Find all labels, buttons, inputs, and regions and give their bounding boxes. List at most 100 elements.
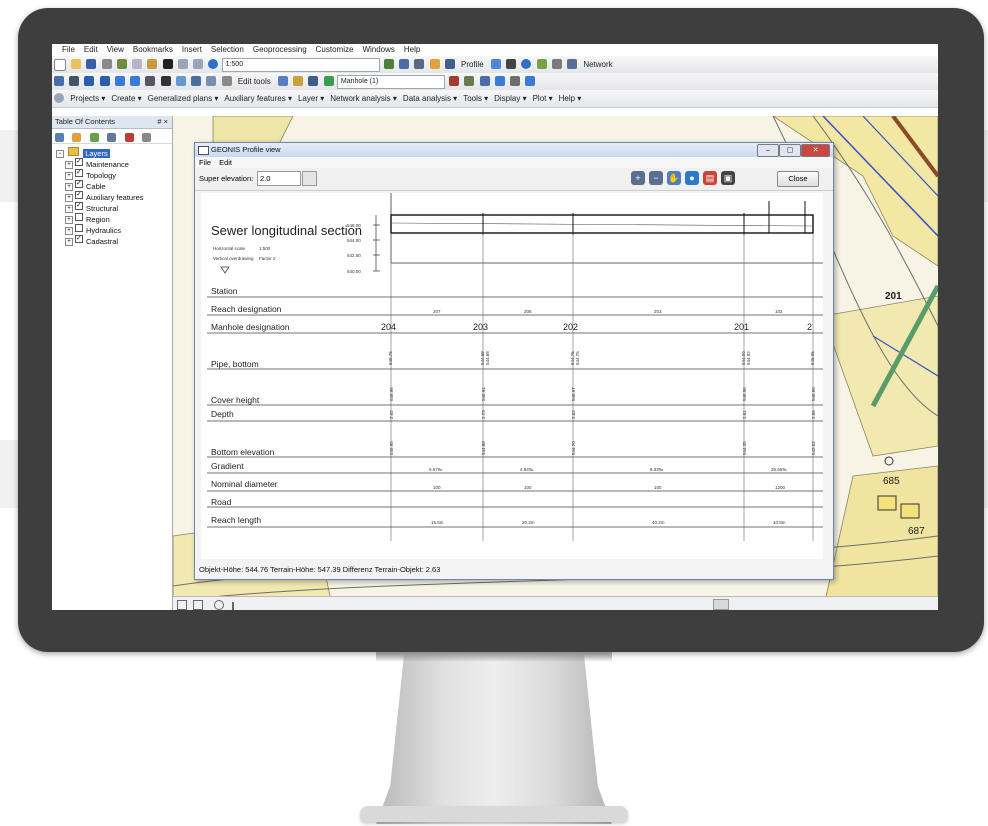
help-pointer-icon[interactable] — [490, 59, 501, 69]
pan-hand-icon[interactable]: ✋ — [667, 171, 681, 185]
undo-icon[interactable] — [177, 59, 188, 69]
geonis-menu-auxiliary-features[interactable]: Auxiliary features ▾ — [224, 90, 292, 107]
html-popup-icon[interactable] — [206, 76, 217, 86]
layers-root[interactable]: − Layers — [56, 147, 172, 158]
menu-windows[interactable]: Windows — [362, 45, 394, 54]
layer-cadastral[interactable]: + Cadastral — [65, 233, 172, 246]
layer-visibility-checkbox[interactable] — [75, 233, 83, 244]
geonis-menu-projects[interactable]: Projects ▾ — [70, 90, 105, 107]
rotate-icon[interactable] — [525, 76, 536, 86]
measure-icon[interactable] — [191, 76, 202, 86]
editor-icon[interactable] — [383, 59, 394, 69]
menu-help[interactable]: Help — [404, 45, 420, 54]
copy-icon[interactable] — [132, 59, 143, 69]
chart-export-icon[interactable]: ▤ — [703, 171, 717, 185]
tools-icon[interactable] — [551, 59, 562, 69]
menu-bookmarks[interactable]: Bookmarks — [133, 45, 173, 54]
longitudinal-section-plot[interactable]: Sewer longitudinal section Horizontal sca… — [201, 193, 823, 559]
pan-icon[interactable] — [69, 76, 80, 86]
layers-root-label[interactable]: Layers — [83, 149, 110, 158]
layer-visibility-checkbox[interactable] — [75, 213, 83, 221]
paste-icon[interactable] — [147, 59, 158, 69]
edit-tools-button[interactable]: Edit tools — [238, 73, 271, 90]
add-data-icon[interactable] — [208, 59, 219, 69]
time-slider-icon[interactable] — [221, 76, 232, 86]
layer-visibility-checkbox[interactable] — [75, 224, 83, 232]
pause-icon[interactable] — [232, 602, 235, 610]
list-by-source-icon[interactable] — [72, 133, 82, 142]
refresh-icon[interactable] — [213, 600, 224, 610]
draw-line-icon[interactable] — [449, 76, 460, 86]
close-button[interactable]: Close — [777, 171, 819, 187]
list-by-visibility-icon[interactable] — [89, 133, 99, 142]
layer-visibility-checkbox[interactable] — [75, 189, 83, 200]
expand-icon[interactable]: + — [65, 216, 73, 224]
geonis-menu-data-analysis[interactable]: Data analysis ▾ — [403, 90, 457, 107]
geonis-menu-display[interactable]: Display ▾ — [494, 90, 526, 107]
scale-combobox[interactable]: 1:500 — [221, 58, 380, 72]
split-icon[interactable] — [510, 76, 521, 86]
profile-drawing[interactable]: Sewer longitudinal section Horizontal sca… — [201, 193, 823, 559]
layer-visibility-checkbox[interactable] — [75, 200, 83, 211]
geonis-menu-layer[interactable]: Layer ▾ — [298, 90, 324, 107]
profile-menu-file[interactable]: File — [199, 158, 211, 167]
print-icon[interactable]: ▣ — [721, 171, 735, 185]
full-extent-icon[interactable] — [145, 76, 156, 86]
zoom-out-icon[interactable] — [99, 76, 110, 86]
layer-visibility-checkbox[interactable] — [75, 156, 83, 167]
menu-view[interactable]: View — [107, 45, 124, 54]
options-icon[interactable] — [124, 133, 134, 142]
apply-elevation-icon[interactable] — [302, 171, 317, 186]
flow-icon[interactable] — [536, 59, 547, 69]
back-extent-icon[interactable] — [114, 76, 125, 86]
select-icon[interactable] — [160, 76, 171, 86]
snapping-icon[interactable] — [464, 76, 475, 86]
layout-icon[interactable] — [54, 76, 64, 86]
sketch-icon[interactable] — [293, 76, 304, 86]
layer-region[interactable]: + Region — [65, 213, 172, 224]
profile-button[interactable]: Profile — [461, 56, 484, 73]
delete-icon[interactable] — [162, 59, 173, 69]
zoom-in-icon[interactable] — [84, 76, 95, 86]
profile-window-titlebar[interactable]: GEONIS Profile view – ▢ ✕ — [195, 143, 833, 157]
expand-icon[interactable]: + — [65, 238, 73, 246]
globe-icon[interactable] — [521, 59, 532, 69]
edit-vertices-icon[interactable] — [277, 76, 288, 86]
toc-options-icon[interactable] — [142, 133, 152, 142]
save-icon[interactable] — [86, 59, 97, 69]
layout-view-icon[interactable] — [177, 600, 187, 610]
menu-edit[interactable]: Edit — [84, 45, 98, 54]
network-toolbar-button[interactable]: Network — [583, 56, 612, 73]
catalog-icon[interactable] — [414, 59, 425, 69]
open-folder-icon[interactable] — [71, 59, 82, 69]
minimize-button[interactable]: – — [757, 144, 779, 157]
binoculars-icon[interactable] — [506, 59, 517, 69]
list-by-drawing-order-icon[interactable] — [55, 133, 64, 142]
full-extent-icon[interactable]: ● — [685, 171, 699, 185]
report-icon[interactable] — [567, 59, 578, 69]
layer-visibility-checkbox[interactable] — [75, 167, 83, 178]
expand-icon[interactable]: + — [65, 172, 73, 180]
zoom-out-icon[interactable]: − — [649, 171, 663, 185]
table-icon[interactable] — [399, 59, 410, 69]
new-document-icon[interactable] — [54, 59, 66, 71]
forward-extent-icon[interactable] — [130, 76, 141, 86]
zoom-in-icon[interactable]: + — [631, 171, 645, 185]
attributes-icon[interactable] — [308, 76, 319, 86]
layer-visibility-checkbox[interactable] — [75, 178, 83, 189]
geonis-menu-plot[interactable]: Plot ▾ — [533, 90, 553, 107]
identify-icon[interactable] — [175, 76, 186, 86]
close-window-button[interactable]: ✕ — [801, 144, 830, 157]
expand-icon[interactable]: + — [65, 227, 73, 235]
menu-selection[interactable]: Selection — [211, 45, 244, 54]
trace-icon[interactable] — [494, 76, 505, 86]
print-icon[interactable] — [101, 59, 112, 69]
layer-structural[interactable]: + Structural — [65, 200, 172, 213]
list-by-selection-icon[interactable] — [107, 133, 117, 142]
menu-geoprocessing[interactable]: Geoprocessing — [253, 45, 307, 54]
search-window-icon[interactable] — [429, 59, 440, 69]
menu-file[interactable]: File — [62, 45, 75, 54]
super-elevation-input[interactable]: 2.0 — [257, 171, 301, 186]
geonis-menu-generalized-plans[interactable]: Generalized plans ▾ — [148, 90, 219, 107]
expand-icon[interactable]: + — [65, 183, 73, 191]
